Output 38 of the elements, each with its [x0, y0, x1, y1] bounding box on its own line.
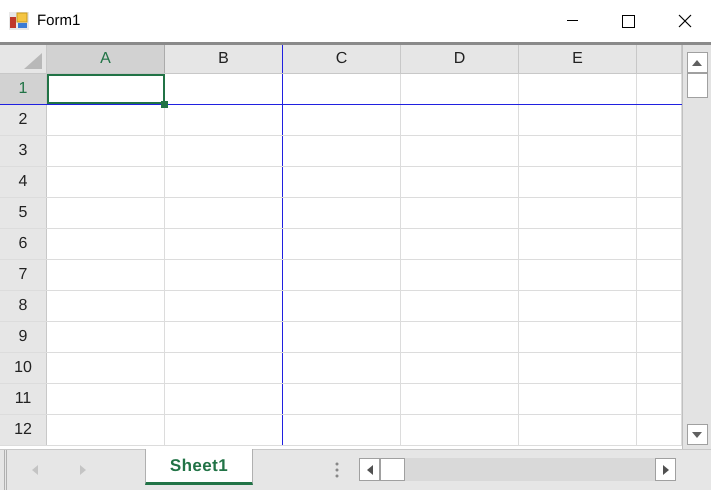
column-header[interactable]: C: [283, 45, 401, 73]
app-icon: [9, 12, 29, 30]
scroll-down-button[interactable]: [686, 424, 708, 445]
row-header[interactable]: 3: [0, 136, 47, 166]
column-header[interactable]: B: [165, 45, 283, 73]
sheet-tab[interactable]: Sheet1: [145, 449, 253, 485]
row-header[interactable]: 7: [0, 260, 47, 290]
splitter-grip-icon[interactable]: [335, 462, 339, 478]
close-icon: [678, 14, 692, 28]
column-header[interactable]: A: [47, 45, 165, 73]
minimize-icon: [566, 20, 578, 22]
column-header[interactable]: E: [519, 45, 637, 73]
row-header[interactable]: 4: [0, 167, 47, 197]
up-arrow-icon: [692, 58, 702, 68]
row-header[interactable]: 2: [0, 105, 47, 135]
left-arrow-icon: [364, 464, 374, 474]
down-arrow-icon: [692, 430, 702, 440]
column-header[interactable]: D: [401, 45, 519, 73]
row-header[interactable]: 11: [0, 384, 47, 414]
row-header[interactable]: 9: [0, 322, 47, 352]
row-header[interactable]: 10: [0, 353, 47, 383]
window-title: Form1: [37, 10, 80, 31]
row-header[interactable]: 12: [0, 415, 47, 445]
scroll-up-button[interactable]: [686, 52, 708, 73]
right-arrow-icon: [78, 465, 88, 475]
row-header[interactable]: 5: [0, 198, 47, 228]
corner-triangle-icon: [24, 53, 42, 69]
left-arrow-icon: [30, 465, 40, 475]
scroll-right-button[interactable]: [655, 458, 676, 481]
row-header[interactable]: 6: [0, 229, 47, 259]
scroll-thumb[interactable]: [380, 458, 405, 481]
scroll-thumb[interactable]: [686, 73, 708, 98]
fill-handle[interactable]: [161, 101, 168, 108]
row-header[interactable]: 8: [0, 291, 47, 321]
scroll-left-button[interactable]: [359, 458, 380, 481]
maximize-icon: [622, 14, 634, 28]
right-arrow-icon: [660, 464, 670, 474]
row-header[interactable]: 1: [0, 74, 47, 104]
